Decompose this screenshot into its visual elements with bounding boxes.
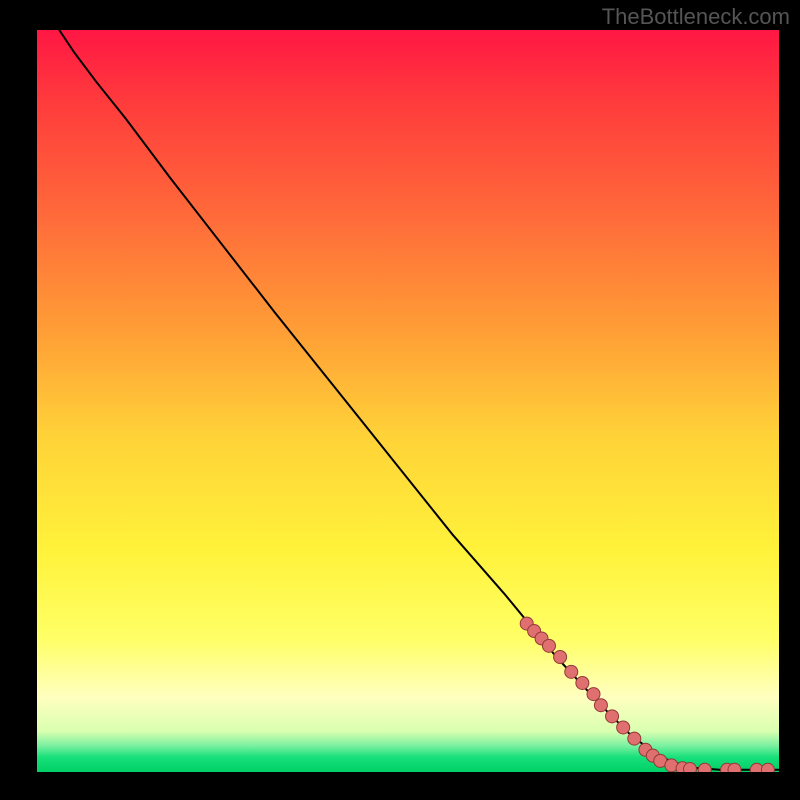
data-marker <box>628 732 641 745</box>
data-marker <box>587 688 600 701</box>
data-marker <box>617 721 630 734</box>
data-marker <box>761 763 774 772</box>
gradient-background <box>37 30 779 772</box>
data-marker <box>554 650 567 663</box>
data-marker <box>542 639 555 652</box>
data-marker <box>576 676 589 689</box>
chart-svg <box>37 30 779 772</box>
plot-area <box>37 30 779 772</box>
watermark-text: TheBottleneck.com <box>602 4 790 30</box>
data-marker <box>594 699 607 712</box>
data-marker <box>728 763 741 772</box>
data-marker <box>698 763 711 772</box>
data-marker <box>683 763 696 772</box>
chart-frame: TheBottleneck.com <box>0 0 800 800</box>
data-marker <box>606 710 619 723</box>
data-marker <box>565 665 578 678</box>
